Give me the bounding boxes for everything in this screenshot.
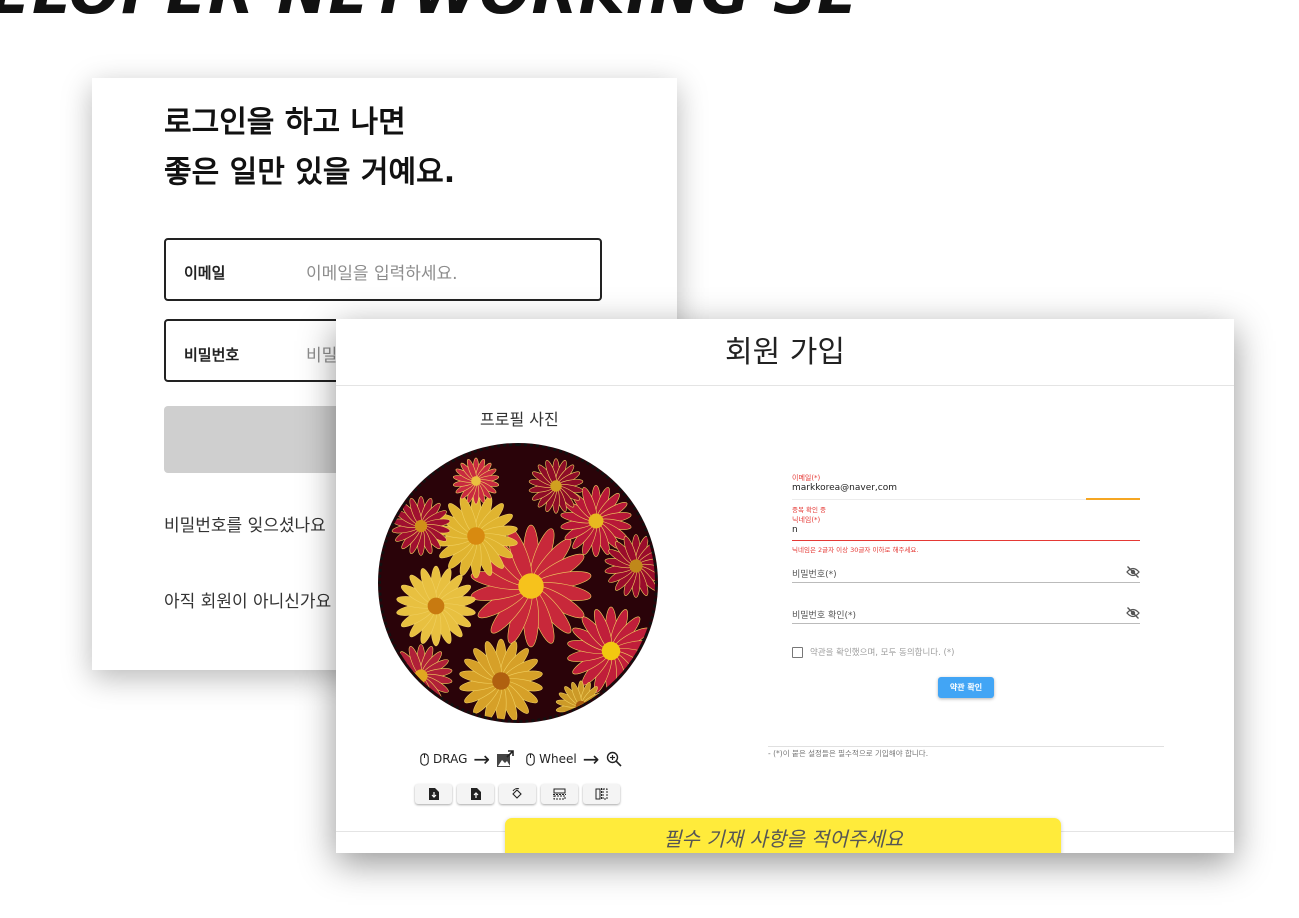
cropper-hints: DRAG → Wheel →: [420, 747, 622, 771]
login-headline-line1: 로그인을 하고 나면: [164, 105, 406, 140]
arrow-right-icon: →: [473, 747, 491, 771]
cropper-toolbar: [415, 784, 620, 804]
divider: [336, 385, 1234, 386]
login-password-label: 비밀번호: [184, 346, 240, 364]
warning-snackbar: 필수 기재 사항을 적어주세요: [505, 818, 1061, 853]
file-download-icon: [428, 788, 439, 800]
rotate-button[interactable]: [499, 784, 536, 804]
login-email-label: 이메일: [184, 264, 226, 282]
nickname-input[interactable]: n: [792, 525, 798, 535]
profile-photo-label: 프로필 사진: [480, 410, 559, 429]
flip-horizontal-button[interactable]: [583, 784, 620, 804]
flip-vertical-button[interactable]: [541, 784, 578, 804]
forgot-password-link[interactable]: 비밀번호를 잊으셨나요: [164, 511, 326, 536]
email-progress-bar: [1086, 498, 1140, 500]
login-email-field[interactable]: 이메일 이메일을 입력하세요.: [164, 238, 602, 301]
password-confirm-input[interactable]: 비밀번호 확인(*): [792, 608, 856, 621]
email-check-status: 중복 확인 중: [792, 506, 827, 514]
nickname-error: 닉네임은 2글자 이상 30글자 이하로 해주세요.: [792, 546, 919, 554]
login-headline-line2: 좋은 일만 있을 거예요.: [164, 155, 456, 190]
terms-agree-label: 약관을 확인했으며, 모두 동의합니다. (*): [810, 648, 955, 658]
flip-vertical-icon: [553, 788, 566, 800]
file-upload-icon: [470, 788, 481, 800]
mouse-icon: [526, 752, 535, 766]
move-image-icon: [497, 750, 514, 767]
visibility-off-icon[interactable]: [1126, 607, 1140, 619]
nickname-underline: [792, 540, 1140, 541]
password-underline: [792, 582, 1140, 583]
password-input[interactable]: 비밀번호(*): [792, 567, 837, 580]
login-password-input[interactable]: 비밀: [306, 341, 337, 366]
signup-prompt-link[interactable]: 아직 회원이 아니신가요: [164, 587, 331, 612]
password-confirm-underline: [792, 623, 1140, 624]
profile-photo-cropper[interactable]: [378, 443, 658, 723]
signup-dialog: 회원 가입 프로필 사진 DRAG → Wheel → 이메일(*) markk…: [336, 319, 1234, 853]
email-input[interactable]: markkorea@naver,com: [792, 483, 897, 493]
rotate-icon: [512, 788, 522, 799]
arrow-right-icon: →: [582, 747, 600, 771]
visibility-off-icon[interactable]: [1126, 566, 1140, 578]
terms-agree-checkbox[interactable]: 약관을 확인했으며, 모두 동의합니다. (*): [792, 646, 954, 658]
mouse-icon: [420, 752, 429, 766]
login-email-input[interactable]: 이메일을 입력하세요.: [306, 259, 458, 284]
divider: [768, 746, 1164, 747]
download-button[interactable]: [415, 784, 452, 804]
login-headline: 로그인을 하고 나면 좋은 일만 있을 거예요.: [164, 98, 455, 198]
wheel-hint: Wheel: [539, 752, 577, 766]
email-label: 이메일(*): [792, 474, 821, 482]
required-fields-note: - (*)이 붙은 설정들은 필수적으로 기입해야 합니다.: [768, 749, 929, 758]
view-terms-button[interactable]: 약관 확인: [938, 677, 994, 698]
signup-title: 회원 가입: [725, 335, 845, 370]
upload-button[interactable]: [457, 784, 494, 804]
nickname-label: 닉네임(*): [792, 516, 821, 524]
checkbox-icon: [792, 646, 803, 658]
profile-photo-image: [389, 457, 655, 720]
zoom-in-icon: [606, 751, 622, 767]
warning-message: 필수 기재 사항을 적어주세요: [663, 827, 903, 851]
page-banner-title: ELOPER NETWORKING SE: [0, 0, 859, 28]
flip-horizontal-icon: [595, 788, 608, 800]
drag-hint: DRAG: [433, 752, 468, 766]
